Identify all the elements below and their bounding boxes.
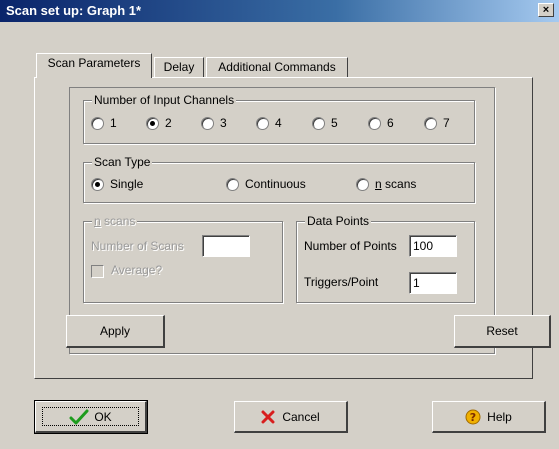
average-checkbox[interactable] — [91, 265, 104, 278]
channel-label: 1 — [110, 116, 117, 130]
dialog-window: Scan set up: Graph 1* × Scan Parameters … — [0, 0, 559, 449]
channel-label: 7 — [443, 116, 450, 130]
number-of-points-input[interactable] — [409, 235, 457, 257]
triggers-per-point-label: Triggers/Point — [304, 275, 379, 289]
input-channels-legend: Number of Input Channels — [92, 93, 237, 107]
radio-circle — [356, 177, 369, 191]
green-checkmark-icon — [69, 409, 89, 424]
reset-button[interactable]: Reset — [454, 315, 551, 348]
channel-radio-4[interactable]: 4 — [256, 116, 282, 130]
channel-label: 4 — [275, 116, 282, 130]
data-points-group: Data Points Number of Points Triggers/Po… — [296, 214, 475, 303]
scan-type-label: n scans — [375, 177, 417, 191]
radio-circle — [91, 116, 104, 130]
help-label: Help — [487, 409, 512, 424]
scan-type-legend: Scan Type — [92, 155, 153, 169]
number-of-scans-label: Number of Scans — [91, 239, 184, 253]
cancel-label: Cancel — [282, 409, 320, 424]
apply-label: Apply — [99, 324, 131, 338]
radio-circle — [368, 116, 381, 130]
cancel-button[interactable]: Cancel — [234, 401, 348, 433]
ok-button[interactable]: OK — [34, 400, 148, 434]
radio-dot — [95, 181, 100, 187]
scan-type-continuous-radio[interactable]: Continuous — [226, 177, 306, 191]
mnemonic-letter: n — [375, 177, 382, 191]
red-x-icon — [261, 410, 275, 423]
scan-parameters-panel: Number of Input Channels 1 2 3 4 5 6 7 S… — [34, 77, 551, 379]
focus-rectangle — [42, 407, 139, 426]
data-points-legend: Data Points — [305, 214, 372, 228]
svg-text:?: ? — [470, 411, 476, 424]
tab-delay[interactable]: Delay — [154, 57, 204, 77]
tab-additional-commands[interactable]: Additional Commands — [206, 57, 348, 77]
radio-circle-selected — [146, 116, 159, 130]
n-scans-group: n scans Number of Scans Average? — [83, 214, 283, 303]
radio-circle — [201, 116, 214, 130]
reset-label: Reset — [486, 324, 518, 338]
channel-label: 3 — [220, 116, 227, 130]
scan-type-n-scans-radio[interactable]: n scans — [356, 177, 416, 191]
channel-label: 2 — [165, 116, 172, 130]
ok-label: OK — [94, 409, 112, 424]
apply-button[interactable]: Apply — [66, 315, 165, 348]
close-button[interactable]: × — [538, 3, 554, 17]
channel-label: 5 — [331, 116, 338, 130]
tab-scan-parameters-label: Scan Parameters — [47, 56, 141, 70]
scan-type-label: Continuous — [245, 177, 306, 191]
radio-dot — [150, 120, 155, 126]
scan-type-group: Scan Type Single Continuous n scans — [83, 155, 475, 203]
triggers-per-point-input[interactable] — [409, 272, 457, 294]
title-bar[interactable]: Scan set up: Graph 1* × — [0, 0, 559, 22]
channel-radio-5[interactable]: 5 — [312, 116, 338, 130]
mnemonic-letter: n — [94, 214, 101, 228]
channel-radio-2[interactable]: 2 — [146, 116, 172, 130]
parameters-frame: Number of Input Channels 1 2 3 4 5 6 7 S… — [66, 87, 551, 354]
average-label: Average? — [111, 263, 163, 277]
radio-circle — [312, 116, 325, 130]
number-of-points-label: Number of Points — [304, 239, 397, 253]
radio-circle — [226, 177, 239, 191]
n-scans-legend: n scans — [92, 214, 138, 228]
channel-radio-3[interactable]: 3 — [201, 116, 227, 130]
channel-radio-7[interactable]: 7 — [424, 116, 450, 130]
radio-circle-selected — [91, 177, 104, 191]
scan-type-label: Single — [110, 177, 144, 191]
channel-label: 6 — [387, 116, 394, 130]
close-icon: × — [542, 4, 550, 16]
tab-scan-parameters[interactable]: Scan Parameters — [36, 53, 152, 78]
number-of-scans-input[interactable] — [202, 235, 250, 257]
window-title: Scan set up: Graph 1* — [6, 3, 142, 18]
help-button[interactable]: ? Help — [432, 401, 546, 433]
question-mark-icon: ? — [465, 409, 481, 424]
radio-circle — [256, 116, 269, 130]
tab-delay-label: Delay — [163, 60, 195, 74]
radio-circle — [424, 116, 437, 130]
input-channels-group: Number of Input Channels 1 2 3 4 5 6 7 — [83, 93, 475, 144]
tab-additional-commands-label: Additional Commands — [218, 60, 336, 74]
scan-type-single-radio[interactable]: Single — [91, 177, 143, 191]
channel-radio-1[interactable]: 1 — [91, 116, 117, 130]
channel-radio-6[interactable]: 6 — [368, 116, 394, 130]
